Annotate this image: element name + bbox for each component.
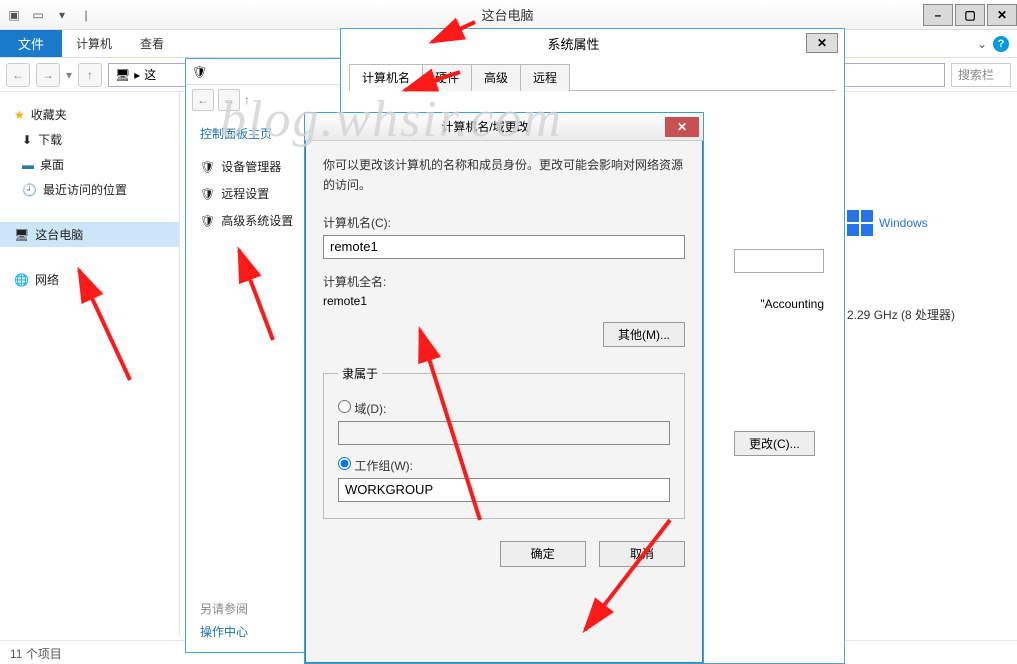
search-input[interactable]: 搜索栏 bbox=[951, 63, 1011, 87]
example-text: "Accounting bbox=[734, 297, 824, 311]
desktop-icon: ▬ bbox=[22, 158, 34, 172]
pc-icon: 🖥 bbox=[14, 228, 29, 242]
help-icon[interactable]: ? bbox=[993, 36, 1009, 52]
cp-address-row: ← → ↑ bbox=[186, 85, 344, 115]
minimize-button[interactable]: – bbox=[923, 4, 953, 26]
tab-hardware[interactable]: 硬件 bbox=[422, 64, 472, 91]
dialog-description: 你可以更改该计算机的名称和成员身份。更改可能会影响对网络资源的访问。 bbox=[323, 155, 685, 196]
windows-logo: Windows bbox=[847, 210, 1017, 236]
maximize-button[interactable]: ▢ bbox=[955, 4, 985, 26]
see-also-label: 另请参阅 bbox=[200, 600, 248, 617]
computer-name-change-dialog: 计算机名/域更改 ✕ 你可以更改该计算机的名称和成员身份。更改可能会影响对网络资… bbox=[304, 112, 704, 664]
action-center-link[interactable]: 操作中心 bbox=[200, 623, 248, 640]
workgroup-radio-label[interactable]: 工作组(W): bbox=[338, 457, 670, 474]
member-of-legend: 隶属于 bbox=[338, 365, 382, 382]
close-button[interactable]: ✕ bbox=[806, 33, 838, 53]
nav-downloads[interactable]: ⬇下载 bbox=[0, 127, 179, 152]
change-button[interactable]: 更改(C)... bbox=[734, 431, 815, 456]
favorites-group[interactable]: ★收藏夹 bbox=[0, 102, 179, 127]
nav-network[interactable]: 🌐网络 bbox=[0, 267, 179, 292]
app-icon: ▣ bbox=[6, 7, 22, 23]
explorer-titlebar: ▣ ▭ ▾ | 这台电脑 – ▢ ✕ bbox=[0, 0, 1017, 30]
qat-item[interactable]: ▭ bbox=[30, 7, 46, 23]
system-info-panel: Windows 2.29 GHz (8 处理器) bbox=[847, 150, 1017, 323]
other-button[interactable]: 其他(M)... bbox=[603, 322, 685, 347]
ribbon-view-tab[interactable]: 查看 bbox=[126, 30, 178, 57]
chevron-down-icon[interactable]: ▾ bbox=[66, 68, 72, 82]
workgroup-input[interactable] bbox=[338, 478, 670, 502]
shield-icon: 🛡 bbox=[200, 187, 215, 201]
domain-radio[interactable] bbox=[338, 400, 351, 413]
close-button[interactable]: ✕ bbox=[665, 117, 699, 137]
recent-icon: 🕘 bbox=[22, 183, 37, 197]
address-text: 这 bbox=[144, 66, 156, 83]
cpu-info: 2.29 GHz (8 处理器) bbox=[847, 306, 1017, 323]
ribbon-file-tab[interactable]: 文件 bbox=[0, 30, 62, 57]
description-input[interactable] bbox=[734, 249, 824, 273]
nav-desktop[interactable]: ▬桌面 bbox=[0, 152, 179, 177]
tab-advanced[interactable]: 高级 bbox=[471, 64, 521, 91]
tab-computer-name[interactable]: 计算机名 bbox=[349, 64, 423, 91]
domain-radio-label[interactable]: 域(D): bbox=[338, 400, 670, 417]
dialog-title: 计算机名/域更改 bbox=[305, 118, 665, 135]
cp-titlebar: 🛡 bbox=[186, 59, 344, 85]
window-title: 这台电脑 bbox=[94, 5, 921, 24]
dialog-title: 系统属性 bbox=[341, 34, 806, 53]
up-button[interactable]: ↑ bbox=[78, 63, 102, 87]
full-name-label: 计算机全名: bbox=[323, 273, 685, 290]
back-button[interactable]: ← bbox=[192, 89, 214, 111]
forward-button[interactable]: → bbox=[218, 89, 240, 111]
forward-button[interactable]: → bbox=[36, 63, 60, 87]
star-icon: ★ bbox=[14, 108, 25, 122]
sysprops-tabs: 计算机名 硬件 高级 远程 bbox=[349, 63, 836, 91]
nav-pane: ★收藏夹 ⬇下载 ▬桌面 🕘最近访问的位置 🖥这台电脑 🌐网络 bbox=[0, 92, 180, 636]
full-name-value: remote1 bbox=[323, 294, 685, 308]
tab-remote[interactable]: 远程 bbox=[520, 64, 570, 91]
ok-button[interactable]: 确定 bbox=[500, 541, 586, 567]
computer-name-label: 计算机名(C): bbox=[323, 214, 685, 231]
computer-name-input[interactable] bbox=[323, 235, 685, 259]
close-button[interactable]: ✕ bbox=[987, 4, 1017, 26]
pc-icon: 🖥 bbox=[115, 68, 130, 82]
back-button[interactable]: ← bbox=[6, 63, 30, 87]
qat-sep: | bbox=[78, 7, 94, 23]
shield-icon: 🛡 bbox=[200, 214, 215, 228]
item-count: 11 个项目 bbox=[10, 647, 62, 661]
shield-icon: 🛡 bbox=[192, 65, 207, 79]
domain-input bbox=[338, 421, 670, 445]
member-of-group: 隶属于 域(D): 工作组(W): bbox=[323, 365, 685, 519]
nav-recent[interactable]: 🕘最近访问的位置 bbox=[0, 177, 179, 202]
shield-icon: 🛡 bbox=[200, 160, 215, 174]
nav-this-pc[interactable]: 🖥这台电脑 bbox=[0, 222, 179, 247]
ribbon-computer-tab[interactable]: 计算机 bbox=[62, 30, 126, 57]
workgroup-radio[interactable] bbox=[338, 457, 351, 470]
up-button[interactable]: ↑ bbox=[244, 93, 250, 107]
qat-item[interactable]: ▾ bbox=[54, 7, 70, 23]
downloads-icon: ⬇ bbox=[22, 133, 32, 147]
cancel-button[interactable]: 取消 bbox=[599, 541, 685, 567]
network-icon: 🌐 bbox=[14, 273, 29, 287]
chevron-down-icon[interactable]: ⌄ bbox=[977, 37, 987, 51]
